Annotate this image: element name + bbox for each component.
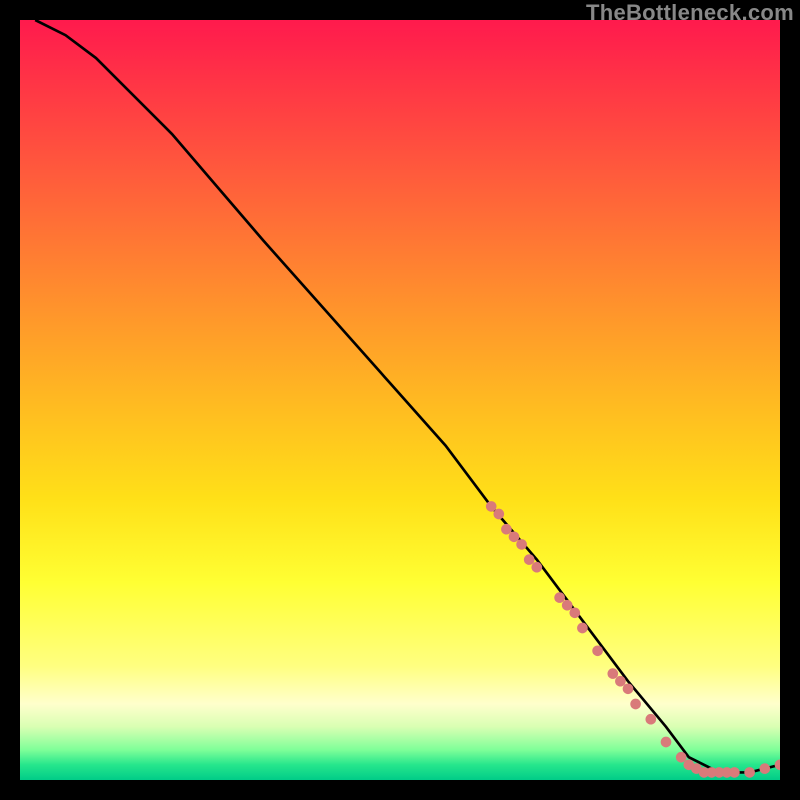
bottleneck-curve: [35, 20, 780, 772]
sample-point: [592, 645, 603, 656]
sample-point: [501, 524, 512, 535]
sample-point: [759, 763, 770, 774]
sample-point: [623, 683, 634, 694]
sample-point: [775, 759, 780, 770]
sample-point: [577, 623, 588, 634]
chart-frame: TheBottleneck.com: [0, 0, 800, 800]
sample-point: [531, 562, 542, 573]
sample-point: [661, 737, 672, 748]
sample-point: [645, 714, 656, 725]
sample-point: [554, 592, 565, 603]
sample-point: [676, 752, 687, 763]
sample-point: [509, 531, 520, 542]
sample-point: [516, 539, 527, 550]
plot-area: [20, 20, 780, 780]
sample-point: [615, 676, 626, 687]
sample-point: [486, 501, 497, 512]
sample-point: [562, 600, 573, 611]
sample-point: [630, 699, 641, 710]
sample-point: [524, 554, 535, 565]
sample-point: [493, 509, 504, 520]
sample-point: [729, 767, 740, 778]
sample-point: [607, 668, 618, 679]
sample-points-group: [486, 501, 780, 778]
sample-point: [569, 607, 580, 618]
chart-svg: [20, 20, 780, 780]
sample-point: [744, 767, 755, 778]
